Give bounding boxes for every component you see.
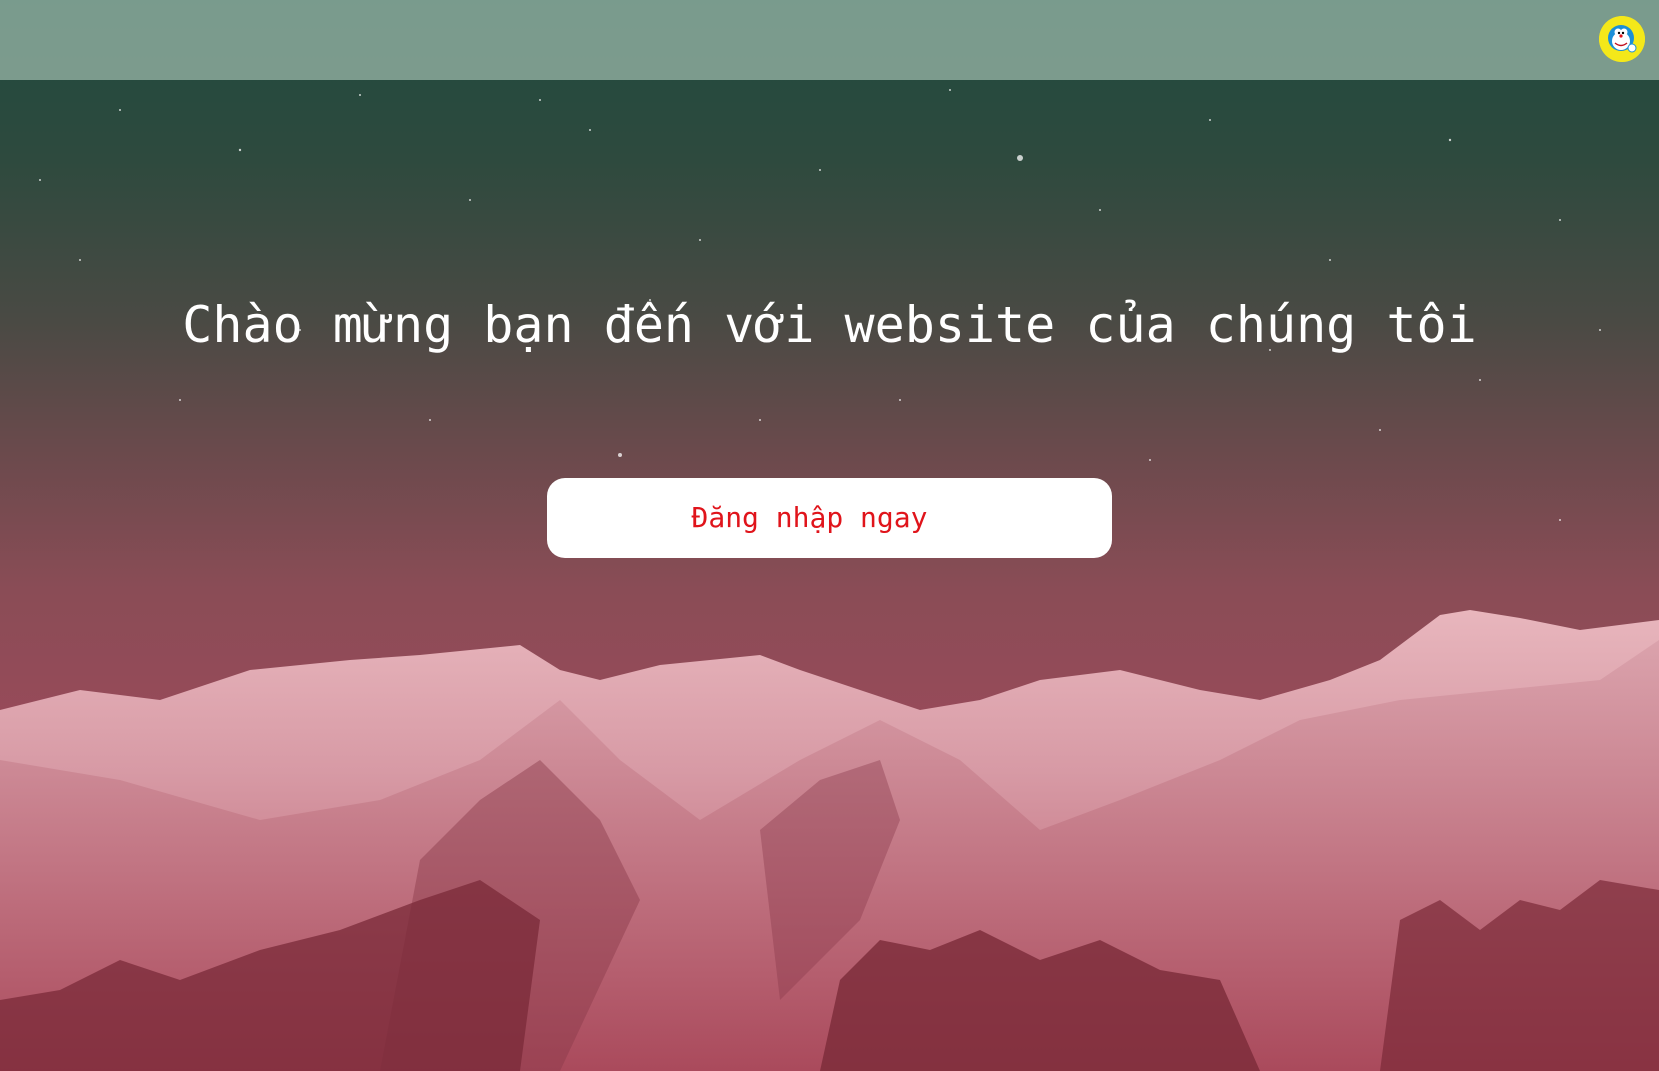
doraemon-avatar-icon	[1599, 16, 1645, 62]
top-navigation-bar	[0, 0, 1659, 80]
welcome-heading: Chào mừng bạn đến với website của chúng …	[182, 296, 1477, 354]
user-avatar[interactable]	[1599, 16, 1645, 62]
login-now-button[interactable]: Đăng nhập ngay	[547, 478, 1112, 558]
